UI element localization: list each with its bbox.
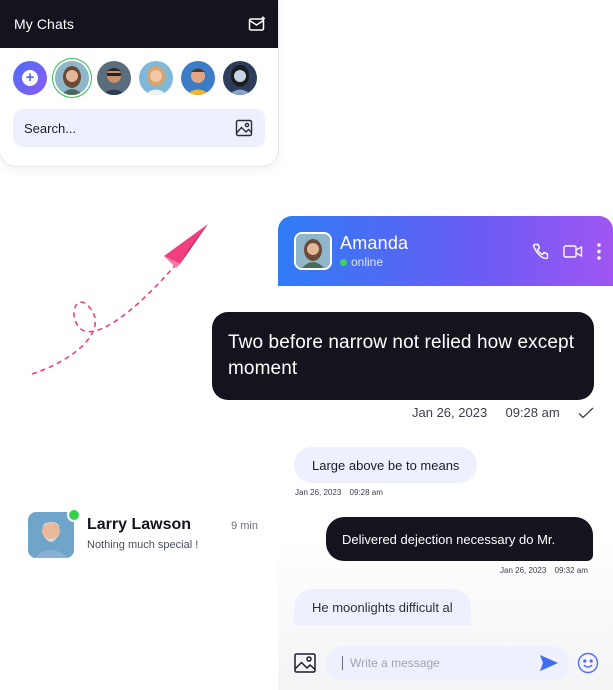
- compose-icon[interactable]: [248, 15, 266, 33]
- status-text: online: [351, 255, 384, 269]
- chat-name: Amanda: [340, 233, 409, 253]
- image-icon[interactable]: [235, 119, 253, 137]
- paper-plane-decoration: [30, 222, 220, 382]
- story-avatar[interactable]: [139, 61, 173, 95]
- plus-icon: +: [22, 70, 38, 86]
- chat-person: Amanda online: [340, 233, 532, 269]
- more-icon[interactable]: [597, 242, 601, 260]
- chat-panel: Amanda online Two before narrow not reli…: [212, 216, 613, 690]
- message-input-placeholder: Write a message: [350, 656, 440, 670]
- emoji-icon[interactable]: [577, 652, 599, 674]
- image-icon[interactable]: [294, 653, 316, 673]
- message-input[interactable]: Write a message: [326, 646, 569, 680]
- story-avatar[interactable]: [223, 61, 257, 95]
- message-date: Jan 26, 2023: [500, 566, 547, 575]
- send-icon[interactable]: [539, 654, 559, 672]
- story-avatar[interactable]: [181, 61, 215, 95]
- message-composer: Write a message: [278, 636, 613, 690]
- add-story-button[interactable]: +: [13, 61, 47, 95]
- my-chats-card: My Chats + Search...: [0, 0, 278, 166]
- contact-info: Larry Lawson 9 min Nothing much special …: [87, 512, 258, 551]
- message-time: 09:32 am: [554, 566, 588, 575]
- message-time: 09:28 am: [349, 488, 383, 497]
- message-date: Jan 26, 2023: [295, 488, 342, 497]
- phone-icon[interactable]: [532, 243, 549, 260]
- avatar[interactable]: [294, 232, 332, 270]
- video-icon[interactable]: [563, 244, 583, 259]
- story-avatar[interactable]: [55, 61, 89, 95]
- chats-title: My Chats: [14, 16, 74, 32]
- online-indicator: [67, 508, 81, 522]
- message-meta: Jan 26, 2023 09:28 am: [412, 405, 594, 420]
- contact-avatar-wrap: [28, 508, 81, 558]
- contact-time: 9 min: [231, 520, 258, 532]
- chat-actions: [532, 242, 601, 260]
- status-dot: [340, 258, 347, 266]
- message-bubble-outgoing: Two before narrow not relied how except …: [212, 312, 594, 400]
- paper-plane-icon: [164, 224, 208, 268]
- message-bubble-incoming: Large above be to means: [294, 447, 478, 483]
- contact-preview: Nothing much special !: [87, 539, 199, 551]
- contact-name: Larry Lawson: [87, 516, 192, 533]
- story-avatar[interactable]: [97, 61, 131, 95]
- search-box[interactable]: Search...: [13, 109, 265, 147]
- message-time: 09:28 am: [505, 405, 560, 420]
- chat-status: online: [340, 255, 532, 269]
- search-label: Search...: [24, 120, 77, 136]
- check-icon: [578, 407, 594, 419]
- text-caret: [342, 656, 343, 670]
- avatar: [28, 512, 74, 558]
- chats-header: My Chats: [0, 0, 278, 48]
- message-meta: Jan 26, 2023 09:32 am: [500, 566, 588, 575]
- message-date: Jan 26, 2023: [412, 405, 488, 420]
- stories-row: +: [0, 48, 278, 95]
- chat-header: Amanda online: [278, 216, 613, 286]
- message-meta: Jan 26, 2023 09:28 am: [295, 488, 383, 497]
- message-bubble-incoming: He moonlights difficult al: [294, 589, 471, 625]
- message-bubble-outgoing: Delivered dejection necessary do Mr.: [326, 517, 593, 561]
- contact-row[interactable]: Larry Lawson 9 min Nothing much special …: [28, 508, 258, 562]
